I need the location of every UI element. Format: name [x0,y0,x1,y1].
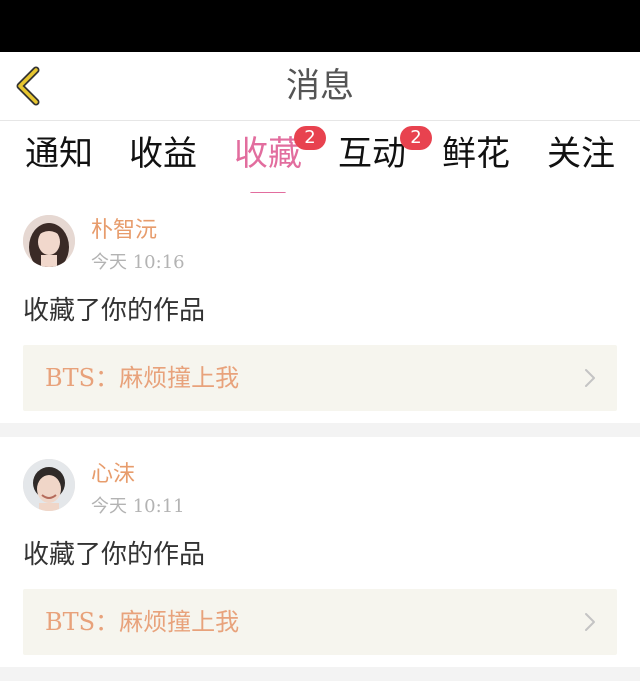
chevron-right-icon [583,367,597,389]
tab-label: 收益 [129,134,197,174]
tab-bar: 通知 收益 收藏 2 互动 2 鲜花 关注 [0,121,640,195]
tab-label: 收藏 [234,134,302,174]
tab-favorites[interactable]: 收藏 2 [216,126,326,195]
page-title: 消息 [286,66,354,106]
tab-label: 互动 [338,134,406,174]
work-card[interactable]: BTS：麻烦撞上我 [23,345,617,411]
notification-list: 朴智沅 今天 10:16 收藏了你的作品 BTS：麻烦撞上我 心沫 今天 10:… [0,193,640,681]
list-separator [0,423,640,437]
work-card[interactable]: BTS：麻烦撞上我 [23,589,617,655]
username[interactable]: 心沫 [91,461,135,489]
avatar[interactable] [23,459,75,511]
notification-item: 朴智沅 今天 10:16 收藏了你的作品 BTS：麻烦撞上我 [0,193,640,423]
username[interactable]: 朴智沅 [91,217,157,245]
work-title: BTS：麻烦撞上我 [45,364,240,392]
tab-label: 鲜花 [442,134,510,174]
navigation-bar: 消息 [0,52,640,121]
action-text: 收藏了你的作品 [23,540,206,570]
tab-flowers[interactable]: 鲜花 [424,133,528,183]
tab-notifications[interactable]: 通知 [7,133,111,183]
action-text: 收藏了你的作品 [23,296,206,326]
notification-item: 心沫 今天 10:11 收藏了你的作品 BTS：麻烦撞上我 [0,437,640,667]
tab-follows[interactable]: 关注 [529,133,633,183]
avatar[interactable] [23,215,75,267]
avatar-icon [23,215,75,267]
tab-label: 通知 [25,134,93,174]
timestamp: 今天 10:16 [91,252,185,273]
work-title: BTS：麻烦撞上我 [45,608,240,636]
status-bar [0,0,640,52]
avatar-icon [23,459,75,511]
tab-earnings[interactable]: 收益 [111,133,215,183]
timestamp: 今天 10:11 [91,496,185,517]
tab-interactions[interactable]: 互动 2 [320,126,432,183]
chevron-right-icon [583,611,597,633]
tab-label: 关注 [547,134,615,174]
